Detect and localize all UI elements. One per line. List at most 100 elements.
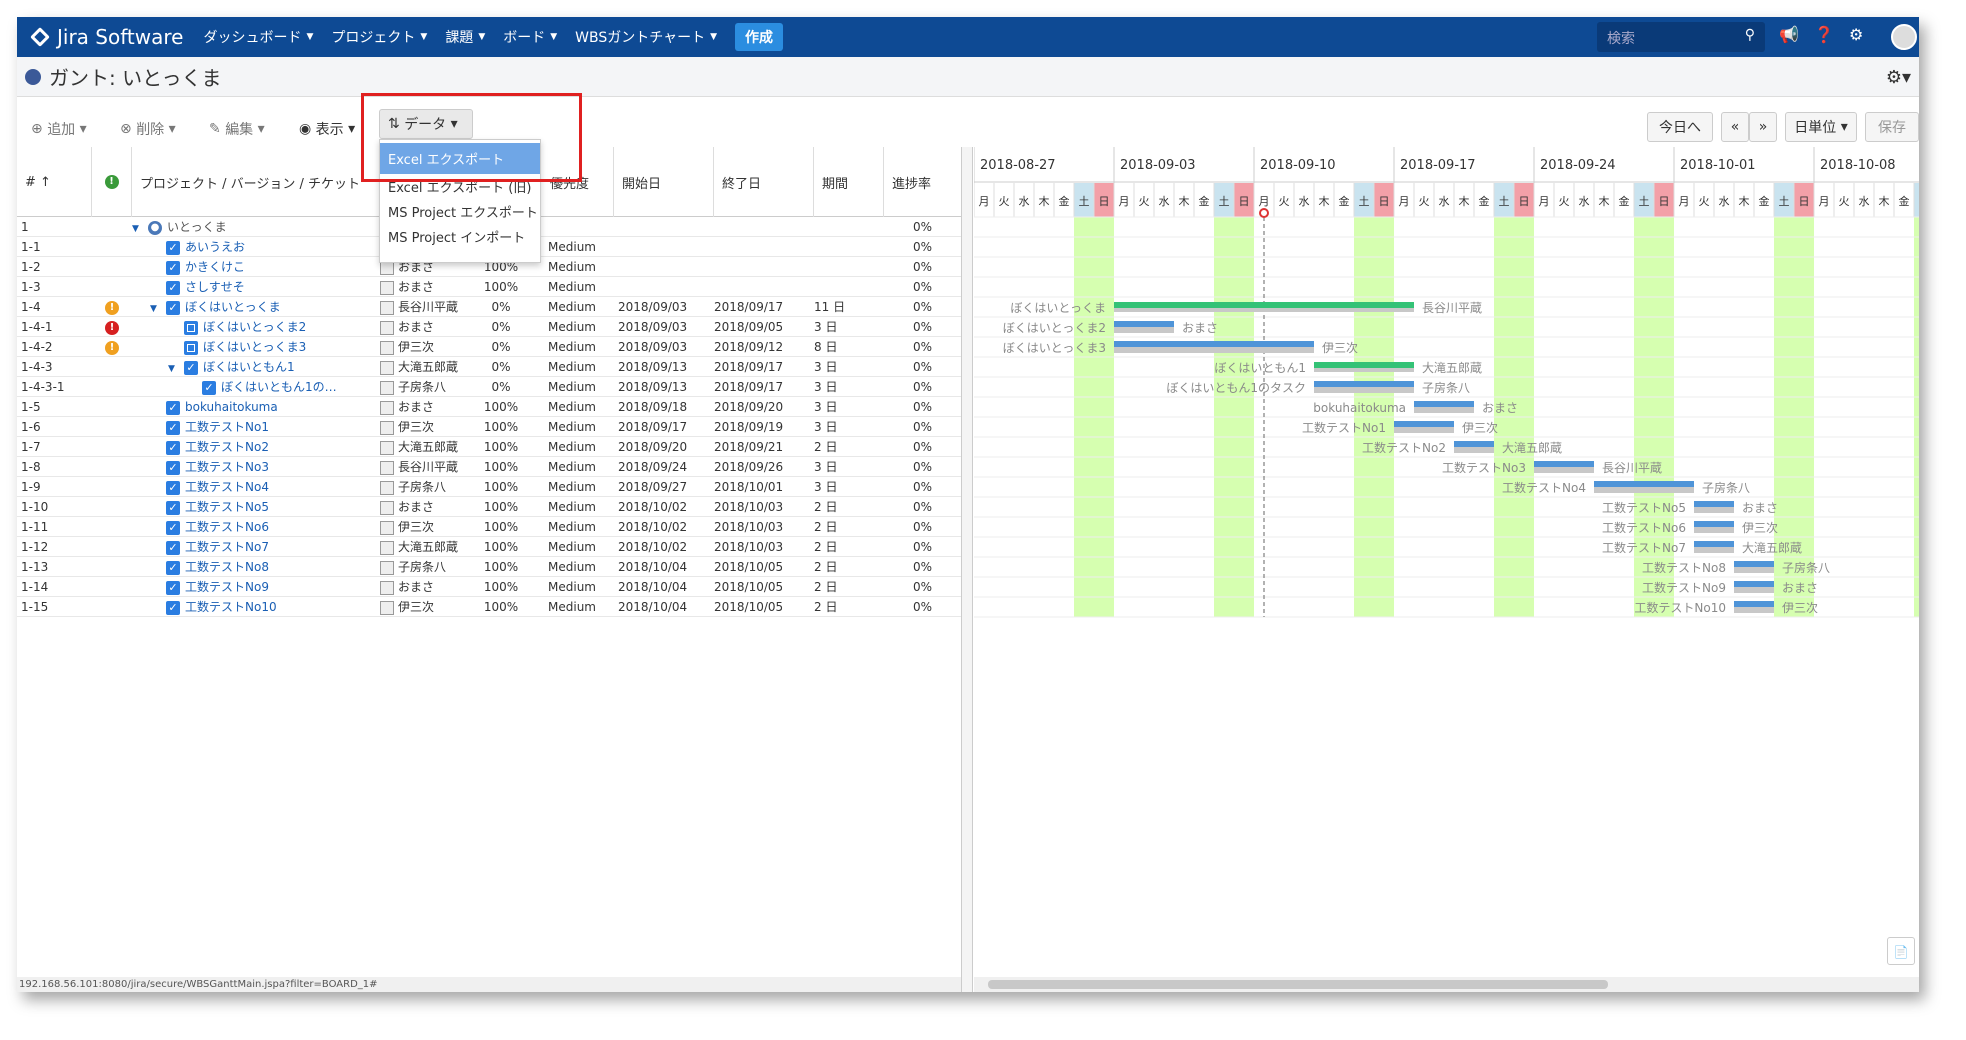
row-name: ✓ 工数テストNo4 xyxy=(132,477,380,497)
row-progress: 0% xyxy=(912,240,933,254)
row-progress: 0% xyxy=(912,440,933,454)
expand-toggle-icon[interactable]: ▼ xyxy=(168,359,184,377)
today-button[interactable]: 今日へ xyxy=(1647,112,1713,142)
chevron-down-icon: ▼ xyxy=(478,32,486,42)
table-row[interactable]: 1-11 ✓ 工数テストNo6 伊三次 100% Medium 2018/10/02 2018… xyxy=(17,517,961,537)
edit-button[interactable]: ✎ 編集 ▾ xyxy=(209,119,265,139)
table-row[interactable]: 1-5 ✓ bokuhaitokuma おまさ 100% Medium 2018/09/18… xyxy=(17,397,961,417)
user-avatar-icon xyxy=(380,520,394,535)
day-label: 月 xyxy=(1259,195,1270,208)
row-end: 2018/09/20 xyxy=(714,400,784,414)
scroll-thumb[interactable] xyxy=(988,980,1608,989)
row-start: 2018/09/13 xyxy=(618,360,688,374)
help-icon[interactable]: ❓ xyxy=(1814,25,1834,44)
row-progress: 0% xyxy=(912,460,933,474)
gear-icon[interactable]: ⚙ xyxy=(1849,25,1863,44)
row-start: 2018/09/13 xyxy=(618,380,688,394)
table-row[interactable]: 1-9 ✓ 工数テストNo4 子房条八 100% Medium 2018/09/27 2018… xyxy=(17,477,961,497)
save-button[interactable]: 保存 xyxy=(1865,112,1919,142)
row-name: ✓ 工数テストNo7 xyxy=(132,537,380,557)
document-icon[interactable]: 📄 xyxy=(1887,937,1915,965)
row-name: ✓ 工数テストNo9 xyxy=(132,577,380,597)
chevron-down-icon: ▼ xyxy=(306,32,314,42)
table-row[interactable]: 1-4-3-1 ✓ ぼくはいともん1の… 子房条八 0% Medium 2018/09/13… xyxy=(17,377,961,397)
day-label: 水 xyxy=(1859,195,1870,208)
add-button[interactable]: ⊕ 追加 ▾ xyxy=(31,119,87,139)
row-priority: Medium xyxy=(548,300,596,314)
table-row[interactable]: 1-15 ✓ 工数テストNo10 伊三次 100% Medium 2018/10/04 201… xyxy=(17,597,961,617)
row-warn: ! xyxy=(92,297,132,317)
nav-item-2[interactable]: 課題 ▼ xyxy=(445,27,485,47)
day-label: 木 xyxy=(1459,195,1470,208)
task-check-icon: ✓ xyxy=(166,420,180,435)
row-end: 2018/09/17 xyxy=(714,380,784,394)
table-row[interactable]: 1-4-1! ぼくはいとっくま2 おまさ 0% Medium 2018/09/03 2018… xyxy=(17,317,961,337)
table-row[interactable]: 1-3 ✓ さしすせそ おまさ 100% Medium 0% xyxy=(17,277,961,297)
expand-toggle-icon[interactable]: ▼ xyxy=(132,219,148,237)
unit-select[interactable]: 日単位 ▾ xyxy=(1785,112,1857,142)
col-num[interactable]: # ↑ xyxy=(17,147,92,217)
next-button[interactable]: » xyxy=(1749,112,1777,142)
row-assignee: おまさ xyxy=(380,317,460,337)
megaphone-icon[interactable]: 📢 xyxy=(1779,25,1799,44)
table-row[interactable]: 1-12 ✓ 工数テストNo7 大滝五郎蔵 100% Medium 2018/10/02 20… xyxy=(17,537,961,557)
create-button[interactable]: 作成 xyxy=(735,23,784,51)
horizontal-scrollbar[interactable] xyxy=(974,977,1919,992)
col-duration[interactable]: 期間 xyxy=(814,147,884,217)
row-name: ▼ ● いとっくま xyxy=(132,217,380,237)
table-row[interactable]: 1-7 ✓ 工数テストNo2 大滝五郎蔵 100% Medium 2018/09/20 201… xyxy=(17,437,961,457)
menu-item-3[interactable]: MS Project インポート xyxy=(380,224,540,249)
nav-item-1[interactable]: プロジェクト ▼ xyxy=(331,27,427,47)
task-bar xyxy=(1114,341,1314,347)
task-check-icon: ✓ xyxy=(166,280,180,295)
bar-shadow xyxy=(1694,507,1734,513)
user-avatar-icon xyxy=(380,320,394,335)
expand-toggle-icon[interactable]: ▼ xyxy=(150,299,166,317)
user-avatar-icon xyxy=(380,580,394,595)
col-warn[interactable]: ! xyxy=(92,147,132,217)
col-start[interactable]: 開始日 xyxy=(614,147,714,217)
day-label: 土 xyxy=(1359,195,1370,208)
delete-button[interactable]: ⊗ 削除 ▾ xyxy=(120,119,176,139)
day-label: 月 xyxy=(979,195,990,208)
row-start xyxy=(618,277,714,297)
nav-item-4[interactable]: WBSガントチャート ▼ xyxy=(575,27,717,47)
table-row[interactable]: 1-13 ✓ 工数テストNo8 子房条八 100% Medium 2018/10/04 201… xyxy=(17,557,961,577)
task-bar xyxy=(1694,521,1734,527)
search-icon: ⚲ xyxy=(1744,27,1755,43)
bar-label: 工数テストNo6 xyxy=(1602,520,1686,535)
task-check-icon: ✓ xyxy=(166,600,180,615)
jira-logo[interactable]: Jira Software xyxy=(30,25,183,49)
chevron-down-icon: ▼ xyxy=(710,32,718,42)
col-end[interactable]: 終了日 xyxy=(714,147,814,217)
row-priority: Medium xyxy=(548,380,596,394)
prev-button[interactable]: « xyxy=(1721,112,1749,142)
avatar[interactable] xyxy=(1891,24,1917,50)
table-row[interactable]: 1-4! ▼ ✓ ぼくはいとっくま 長谷川平蔵 0% Medium 2018/09/03 201… xyxy=(17,297,961,317)
view-button[interactable]: ◉ 表示 ▾ xyxy=(299,119,355,139)
task-bar xyxy=(1694,501,1734,507)
day-label: 日 xyxy=(1239,195,1250,208)
nav-item-0[interactable]: ダッシュボード ▼ xyxy=(203,27,313,47)
table-row[interactable]: 1-10 ✓ 工数テストNo5 おまさ 100% Medium 2018/10/02 2018… xyxy=(17,497,961,517)
col-project[interactable]: プロジェクト / バージョン / チケット xyxy=(132,147,380,217)
row-progress: 0% xyxy=(912,560,933,574)
task-check-icon: ✓ xyxy=(166,540,180,555)
day-label: 水 xyxy=(1159,195,1170,208)
col-progress[interactable]: 進捗率 xyxy=(884,147,961,217)
table-row[interactable]: 1-6 ✓ 工数テストNo1 伊三次 100% Medium 2018/09/17 2018/… xyxy=(17,417,961,437)
row-priority: Medium xyxy=(548,500,596,514)
table-row[interactable]: 1-4-3 ▼ ✓ ぼくはいともん1 大滝五郎蔵 0% Medium 2018/09/13 20… xyxy=(17,357,961,377)
project-icon: ● xyxy=(148,220,162,235)
search-input[interactable]: 検索 ⚲ xyxy=(1597,22,1765,52)
nav-item-3[interactable]: ボード ▼ xyxy=(503,27,557,47)
row-id: 1-3 xyxy=(21,280,41,294)
day-label: 月 xyxy=(1119,195,1130,208)
menu-item-2[interactable]: MS Project エクスポート xyxy=(380,199,540,224)
pane-splitter[interactable] xyxy=(961,147,973,992)
table-row[interactable]: 1-14 ✓ 工数テストNo9 おまさ 100% Medium 2018/10/04 2018… xyxy=(17,577,961,597)
chevron-down-icon: ▼ xyxy=(550,32,558,42)
table-row[interactable]: 1-4-2! ぼくはいとっくま3 伊三次 0% Medium 2018/09/03 2018… xyxy=(17,337,961,357)
settings-gear-icon[interactable]: ⚙▾ xyxy=(1886,67,1911,88)
table-row[interactable]: 1-8 ✓ 工数テストNo3 長谷川平蔵 100% Medium 2018/09/24 201… xyxy=(17,457,961,477)
